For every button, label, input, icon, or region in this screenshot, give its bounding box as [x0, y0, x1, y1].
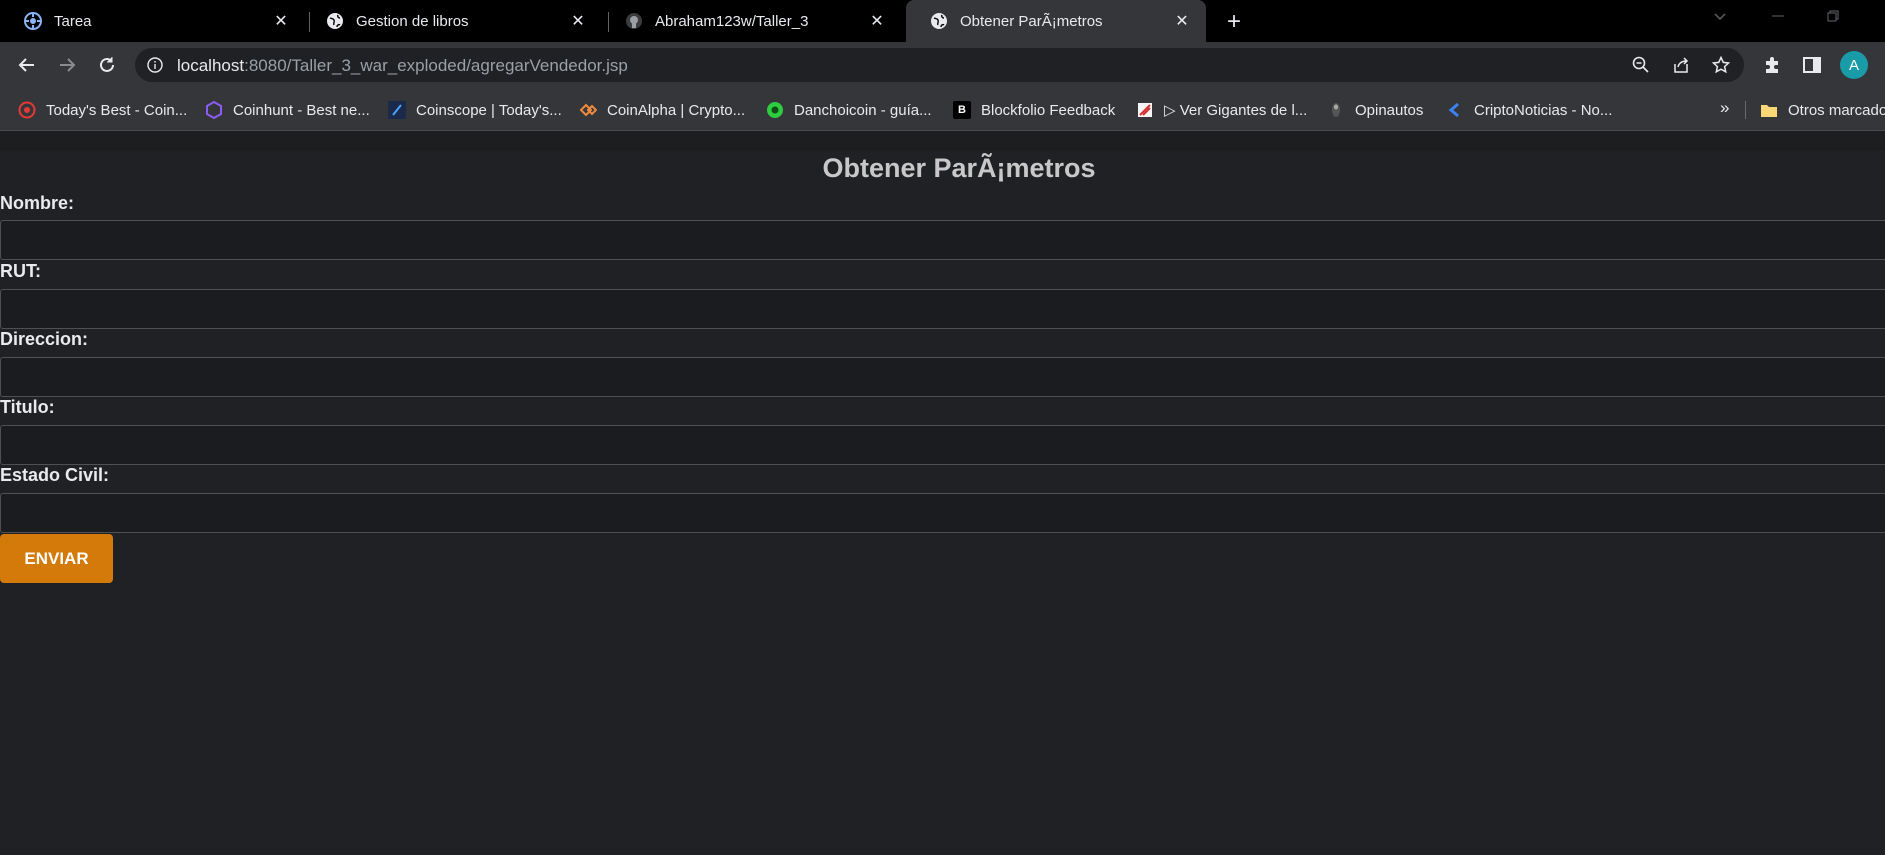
close-icon[interactable]: ✕	[271, 11, 291, 31]
bookmarks-bar: Today's Best - Coin... Coinhunt - Best n…	[0, 88, 1885, 131]
page-title: Obtener ParÃ¡metros	[822, 153, 1096, 183]
address-url[interactable]: localhost:8080/Taller_3_war_exploded/agr…	[177, 56, 628, 76]
more-bookmarks-icon[interactable]: »	[1720, 98, 1729, 118]
back-icon[interactable]	[14, 52, 40, 78]
bookmark-item[interactable]: CoinAlpha | Crypto...	[579, 100, 745, 120]
bookmark-label: Coinscope | Today's...	[416, 101, 562, 119]
bookmark-item[interactable]: Coinscope | Today's...	[388, 100, 562, 120]
folder-icon	[1760, 101, 1778, 119]
label-direccion: Direccion:	[0, 329, 89, 349]
bookmark-label: ▷ Ver Gigantes de l...	[1164, 102, 1308, 119]
tab-strip: Tarea ✕ Gestion de libros ✕ Abraham123w/…	[0, 0, 1885, 42]
bookmark-label: Danchoicoin - guía...	[794, 101, 932, 119]
direccion-input[interactable]	[0, 357, 1885, 397]
bookmark-item[interactable]: Coinhunt - Best ne...	[205, 100, 370, 120]
minimize-icon[interactable]	[1770, 8, 1786, 29]
bookmark-item[interactable]: ▷ Ver Gigantes de l...	[1136, 100, 1307, 120]
label-nombre: Nombre:	[0, 193, 75, 213]
tab-search-icon[interactable]	[1712, 8, 1728, 29]
tab-obtener-parametros[interactable]: Obtener ParÃ¡metros ✕	[906, 0, 1206, 42]
danchoicoin-icon	[766, 101, 784, 119]
github-icon	[625, 12, 643, 30]
bookmark-label: Coinhunt - Best ne...	[233, 101, 370, 119]
page-top-band	[0, 131, 1885, 151]
page-content: Obtener ParÃ¡metros Nombre: RUT: Direcci…	[0, 131, 1885, 855]
bookmark-item[interactable]: Today's Best - Coin...	[18, 100, 187, 120]
tab-gestion-libros[interactable]: Gestion de libros ✕	[302, 0, 602, 42]
criptonoticias-icon	[1446, 101, 1464, 119]
tab-github[interactable]: Abraham123w/Taller_3 ✕	[601, 0, 901, 42]
bookmark-label: Today's Best - Coin...	[46, 101, 188, 119]
nombre-input[interactable]	[0, 220, 1885, 260]
tab-title: Gestion de libros	[356, 12, 469, 30]
side-panel-icon[interactable]	[1802, 55, 1822, 75]
coinhunt-icon	[205, 101, 223, 119]
globe-icon	[930, 12, 948, 30]
extensions-icon[interactable]	[1762, 55, 1782, 75]
tab-title: Tarea	[54, 12, 92, 30]
titulo-input[interactable]	[0, 425, 1885, 465]
bookmark-label: Blockfolio Feedback	[981, 101, 1116, 119]
bookmark-label: Opinautos	[1355, 101, 1424, 119]
share-icon[interactable]	[1672, 56, 1690, 74]
gigantes-icon	[1136, 101, 1154, 119]
globe-icon	[326, 12, 344, 30]
tab-title: Abraham123w/Taller_3	[655, 12, 809, 30]
bookmark-item[interactable]: Danchoicoin - guía...	[766, 100, 932, 120]
label-titulo: Titulo:	[0, 397, 55, 417]
bookmark-item[interactable]: B Blockfolio Feedback	[953, 100, 1115, 120]
forward-icon[interactable]	[54, 52, 80, 78]
bookmarks-divider	[1745, 101, 1746, 119]
browser-toolbar: localhost:8080/Taller_3_war_exploded/agr…	[0, 42, 1885, 88]
estado-civil-input[interactable]	[0, 493, 1885, 533]
other-bookmarks-label: Otros marcadores	[1788, 101, 1885, 119]
restore-icon[interactable]	[1825, 8, 1841, 29]
bookmark-label: CriptoNoticias - No...	[1474, 101, 1613, 119]
tab-tarea[interactable]: Tarea ✕	[0, 0, 305, 42]
coinalpha-icon	[579, 101, 597, 119]
new-tab-icon[interactable]: +	[1222, 8, 1246, 35]
bookmark-label: CoinAlpha | Crypto...	[607, 101, 746, 119]
reload-icon[interactable]	[94, 52, 120, 78]
label-estado-civil: Estado Civil:	[0, 465, 110, 485]
bookmark-item[interactable]: Opinautos	[1327, 100, 1423, 120]
tab-title: Obtener ParÃ¡metros	[960, 12, 1103, 30]
close-icon[interactable]: ✕	[1172, 11, 1192, 31]
zoom-out-icon[interactable]	[1632, 56, 1650, 74]
opinautos-icon	[1327, 101, 1345, 119]
close-icon[interactable]: ✕	[867, 11, 887, 31]
address-bar[interactable]: localhost:8080/Taller_3_war_exploded/agr…	[135, 48, 1744, 82]
other-bookmarks[interactable]: Otros marcadores	[1760, 100, 1885, 120]
profile-avatar[interactable]: A	[1840, 51, 1868, 79]
bookmark-item[interactable]: CriptoNoticias - No...	[1446, 100, 1612, 120]
coin-red-icon	[18, 101, 36, 119]
url-path: :8080/Taller_3_war_exploded/agregarVende…	[244, 56, 628, 75]
settings-wheel-icon	[24, 12, 42, 30]
enviar-button[interactable]: ENVIAR	[0, 534, 113, 583]
blockfolio-icon: B	[953, 101, 971, 119]
bookmark-star-icon[interactable]	[1711, 55, 1731, 74]
rut-input[interactable]	[0, 289, 1885, 329]
close-icon[interactable]: ✕	[568, 11, 588, 31]
site-info-icon[interactable]	[147, 57, 163, 78]
url-host: localhost	[177, 56, 245, 75]
coinscope-icon	[388, 101, 406, 119]
label-rut: RUT:	[0, 261, 41, 281]
